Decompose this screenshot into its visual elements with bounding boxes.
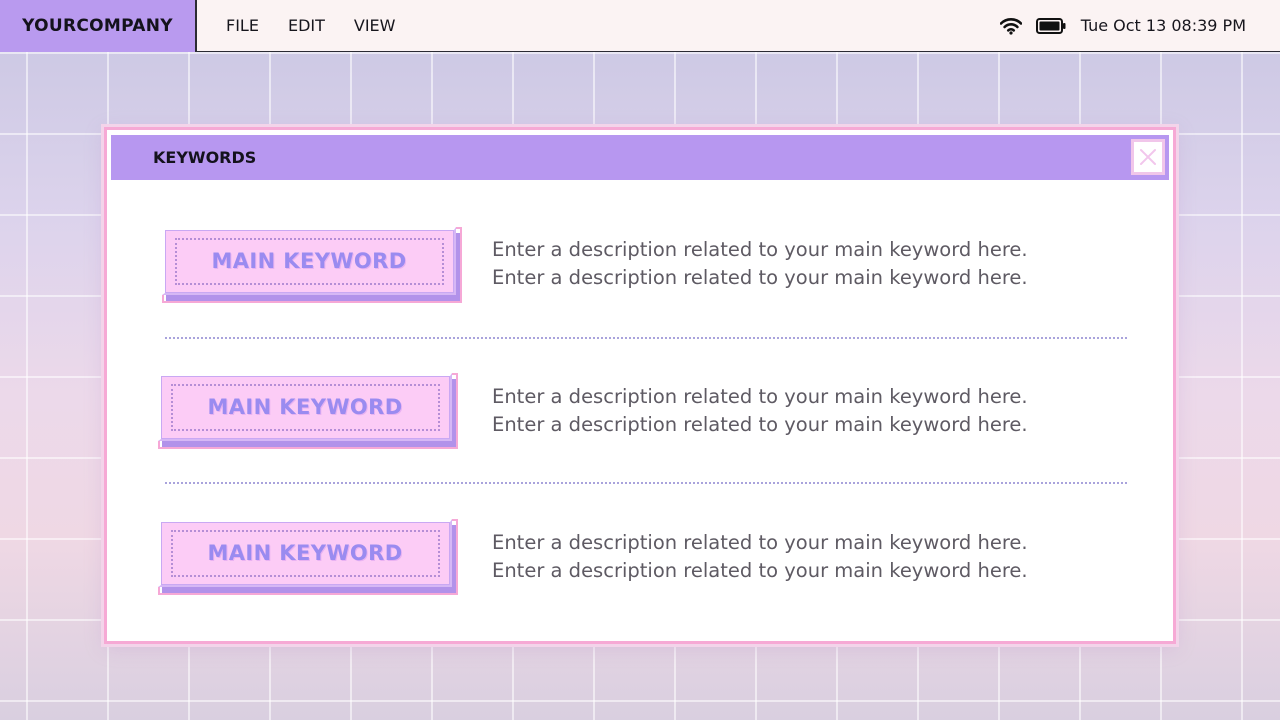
description-line-1: Enter a description related to your main… <box>492 238 1028 261</box>
keyword-button[interactable]: MAIN KEYWORD <box>162 227 462 303</box>
status-area: Tue Oct 13 08:39 PM <box>999 16 1246 35</box>
menu-file[interactable]: FILE <box>226 16 259 35</box>
description-line-2: Enter a description related to your main… <box>492 266 1028 289</box>
window-titlebar[interactable]: KEYWORDS <box>111 135 1169 180</box>
description-line-2: Enter a description related to your main… <box>492 559 1028 582</box>
description-line-1: Enter a description related to your main… <box>492 385 1028 408</box>
close-button[interactable] <box>1131 139 1165 175</box>
keyword-description: Enter a description related to your main… <box>492 236 1028 292</box>
row-divider <box>165 482 1127 484</box>
description-line-2: Enter a description related to your main… <box>492 413 1028 436</box>
close-icon <box>1140 149 1156 165</box>
keywords-window: KEYWORDS MAIN KEYWORD Enter a descriptio… <box>104 127 1176 644</box>
menu-bar: YOURCOMPANY FILE EDIT VIEW Tue Oct 13 08… <box>0 0 1280 52</box>
keyword-row: MAIN KEYWORD Enter a description related… <box>107 373 1173 453</box>
keyword-label: MAIN KEYWORD <box>207 541 403 565</box>
menu-view[interactable]: VIEW <box>354 16 396 35</box>
keyword-label: MAIN KEYWORD <box>207 395 403 419</box>
keyword-button[interactable]: MAIN KEYWORD <box>158 373 458 449</box>
keyword-button[interactable]: MAIN KEYWORD <box>158 519 458 595</box>
keyword-description: Enter a description related to your main… <box>492 529 1028 585</box>
clock-datetime: Tue Oct 13 08:39 PM <box>1080 16 1246 35</box>
description-line-1: Enter a description related to your main… <box>492 531 1028 554</box>
battery-icon[interactable] <box>1035 17 1066 34</box>
keyword-description: Enter a description related to your main… <box>492 383 1028 439</box>
brand-logo[interactable]: YOURCOMPANY <box>0 0 197 52</box>
wifi-icon[interactable] <box>999 17 1022 35</box>
keyword-label: MAIN KEYWORD <box>211 249 407 273</box>
keyword-row: MAIN KEYWORD Enter a description related… <box>107 227 1173 307</box>
window-title: KEYWORDS <box>153 148 257 167</box>
row-divider <box>165 337 1127 339</box>
keyword-row: MAIN KEYWORD Enter a description related… <box>107 519 1173 599</box>
menu-edit[interactable]: EDIT <box>288 16 325 35</box>
